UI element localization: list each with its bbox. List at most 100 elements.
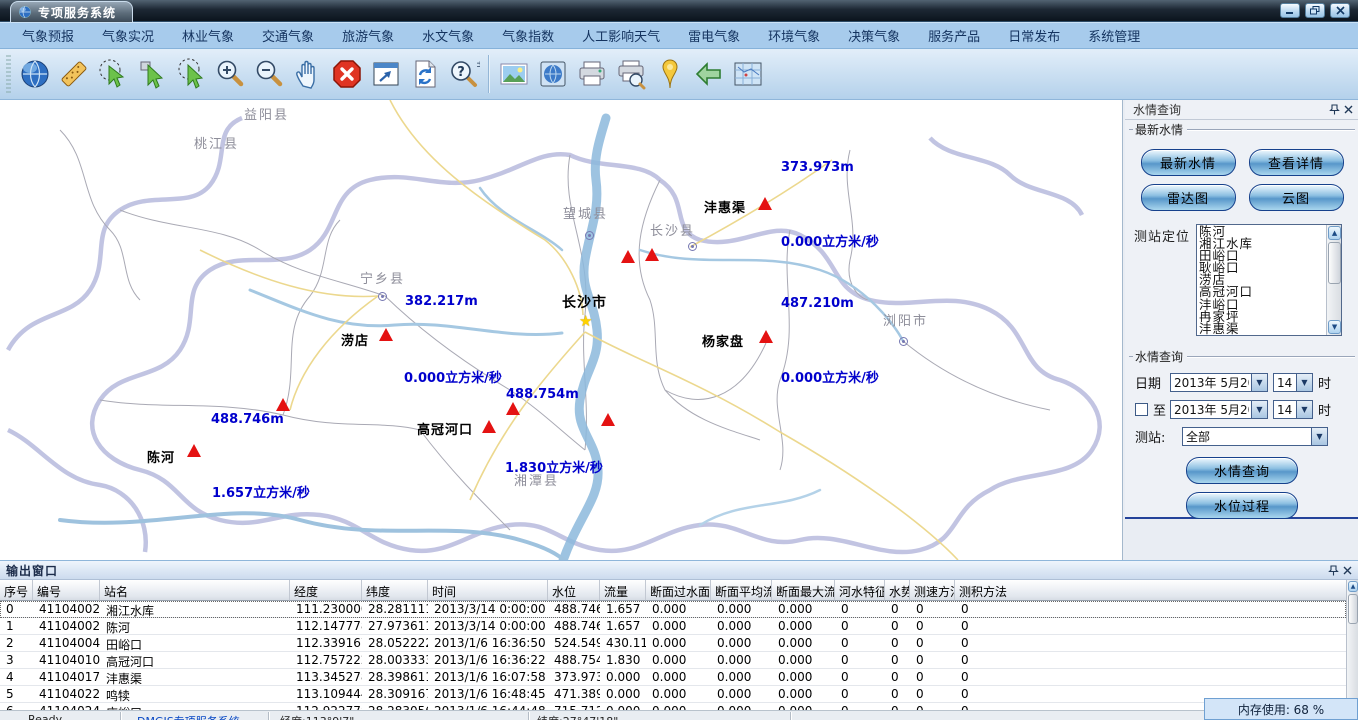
measure-ruler-icon[interactable] [54,54,93,94]
stop-icon[interactable] [327,54,366,94]
table-row[interactable]: 641104024庄峪口112.92277828.2830562013/1/6 … [0,703,1346,710]
zoom-in-icon[interactable] [210,54,249,94]
station-triangle-marker[interactable] [482,420,496,433]
scroll-up-arrow[interactable]: ▲ [1328,226,1341,240]
date-combo-2[interactable]: 2013年 5月20日 ▼ [1170,400,1268,419]
menu-item-12[interactable]: 服务产品 [914,26,994,45]
column-header[interactable]: 时间 [428,580,548,601]
to-label: 至 [1153,400,1165,419]
column-header[interactable]: 序号 [0,580,33,601]
pin-icon[interactable] [1326,563,1340,577]
hour-combo-2[interactable]: 14 ▼ [1273,400,1313,419]
station-combo[interactable]: 全部 ▼ [1182,427,1328,446]
menu-item-11[interactable]: 决策气象 [834,26,914,45]
print-preview-icon[interactable] [611,54,650,94]
station-triangle-marker[interactable] [276,398,290,411]
menu-item-10[interactable]: 环境气象 [754,26,834,45]
chevron-down-icon[interactable]: ▼ [1296,401,1312,418]
chevron-down-icon[interactable]: ▼ [1251,374,1267,391]
station-triangle-marker[interactable] [645,248,659,261]
close-button[interactable] [1330,3,1350,18]
menu-item-2[interactable]: 气象实况 [88,26,168,45]
table-row[interactable]: 541104022鸣犊113.10944428.3091672013/1/6 1… [0,686,1346,703]
column-header[interactable]: 纬度 [362,580,428,601]
chevron-down-icon[interactable]: ▼ [1311,428,1327,445]
station-triangle-marker[interactable] [601,413,615,426]
column-header[interactable]: 断面最大流 [772,580,835,601]
hour-combo[interactable]: 14 ▼ [1273,373,1313,392]
chevron-down-icon[interactable]: ▼ [1251,401,1267,418]
menu-item-13[interactable]: 日常发布 [994,26,1074,45]
refresh-icon[interactable] [405,54,444,94]
close-panel-icon[interactable] [1341,103,1355,117]
scroll-thumb[interactable] [1348,594,1358,624]
station-triangle-marker[interactable] [506,402,520,415]
pin-icon[interactable] [1327,103,1341,117]
column-header[interactable]: 流量 [600,580,646,601]
column-header[interactable]: 测速方法 [910,580,955,601]
select-feature-icon[interactable] [132,54,171,94]
scroll-down-arrow[interactable]: ▼ [1328,320,1341,334]
print-icon[interactable] [572,54,611,94]
view-details-button[interactable]: 查看详情 [1249,149,1344,176]
column-header[interactable]: 水势 [885,580,910,601]
column-header[interactable]: 经度 [290,580,362,601]
menu-item-4[interactable]: 交通气象 [248,26,328,45]
scroll-thumb[interactable] [1328,242,1341,284]
station-list-scrollbar[interactable]: ▲ ▼ [1326,225,1341,335]
station-list-item[interactable]: 沣惠渠 [1199,323,1324,335]
cloud-image-button[interactable]: 云图 [1249,184,1344,211]
minimize-button[interactable] [1280,3,1300,18]
menu-item-1[interactable]: 气象预报 [8,26,88,45]
close-output-icon[interactable] [1340,563,1354,577]
map-window-icon[interactable] [533,54,572,94]
table-row[interactable]: 141104002陈河112.14777827.9736112013/3/14 … [0,618,1346,635]
select-by-circle-icon[interactable] [93,54,132,94]
zoom-window-icon[interactable] [366,54,405,94]
scroll-up-arrow[interactable]: ▲ [1348,581,1358,592]
menu-item-14[interactable]: 系统管理 [1074,26,1154,45]
column-header[interactable]: 断面过水面 [646,580,711,601]
station-triangle-marker[interactable] [758,197,772,210]
water-level-process-button[interactable]: 水位过程 [1186,492,1298,519]
column-header[interactable]: 河水特征码 [835,580,885,601]
table-scrollbar[interactable]: ▲ ▼ [1346,580,1358,710]
table-row[interactable]: 041104002湘江水库111.23000028.2811112013/3/1… [0,601,1346,618]
zoom-out-icon[interactable] [249,54,288,94]
column-header[interactable]: 编号 [33,580,100,601]
deselect-features-icon[interactable] [171,54,210,94]
table-row[interactable]: 441104017沣惠渠113.34527828.3986112013/1/6 … [0,669,1346,686]
station-triangle-marker[interactable] [621,250,635,263]
column-header[interactable]: 测积方法 [955,580,1358,601]
locate-pin-icon[interactable] [650,54,689,94]
menu-item-7[interactable]: 气象指数 [488,26,568,45]
latest-water-button[interactable]: 最新水情 [1141,149,1236,176]
menu-item-9[interactable]: 雷电气象 [674,26,754,45]
radar-chart-button[interactable]: 雷达图 [1141,184,1236,211]
column-header[interactable]: 站名 [100,580,290,601]
column-header[interactable]: 断面平均流 [711,580,772,601]
to-date-checkbox[interactable] [1135,403,1148,416]
restore-button[interactable] [1305,3,1325,18]
station-triangle-marker[interactable] [759,330,773,343]
back-icon[interactable] [689,54,728,94]
overview-map-icon[interactable] [728,54,767,94]
map-view[interactable]: 益阳县桃江县望城县长沙县宁乡县浏阳市湘潭县长沙市沣惠渠涝店杨家盘高冠河口陈河37… [0,100,1122,560]
column-header[interactable]: 水位 [548,580,600,601]
chevron-down-icon[interactable]: ▼ [1296,374,1312,391]
export-image-icon[interactable] [494,54,533,94]
station-listbox[interactable]: 陈河湘江水库田峪口耿峪口涝店高冠河口沣峪口冉家坪沣惠渠 ▲ ▼ [1196,224,1342,336]
table-row[interactable]: 241104004田峪口112.33916728.0522222013/1/6 … [0,635,1346,652]
menu-item-5[interactable]: 旅游气象 [328,26,408,45]
menu-item-6[interactable]: 水文气象 [408,26,488,45]
table-row[interactable]: 341104010高冠河口112.75722228.0033332013/1/6… [0,652,1346,669]
date-combo[interactable]: 2013年 5月20日 ▼ [1170,373,1268,392]
pan-hand-icon[interactable] [288,54,327,94]
globe-icon[interactable] [15,54,54,94]
identify-icon[interactable]: ?± [444,54,483,94]
station-triangle-marker[interactable] [187,444,201,457]
menu-item-3[interactable]: 林业气象 [168,26,248,45]
station-triangle-marker[interactable] [379,328,393,341]
water-query-button[interactable]: 水情查询 [1186,457,1298,484]
menu-item-8[interactable]: 人工影响天气 [568,26,674,45]
